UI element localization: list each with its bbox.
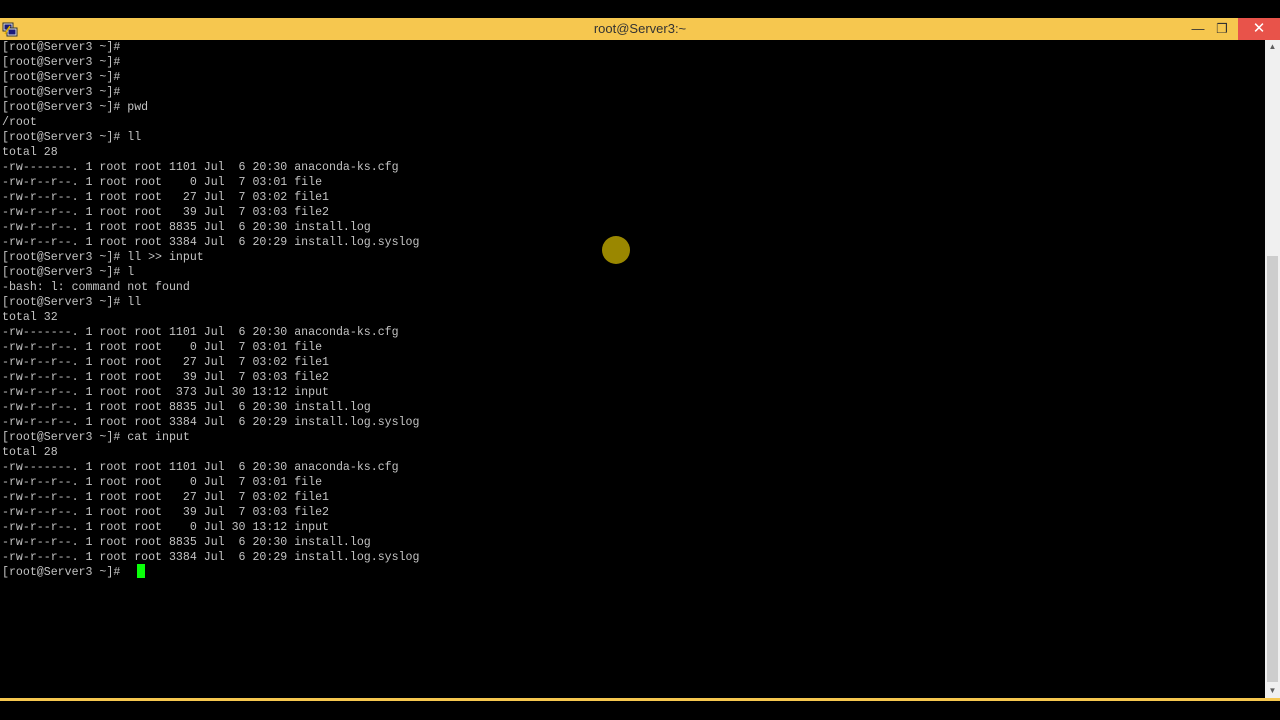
terminal-line: [root@Server3 ~]# ll xyxy=(2,131,142,144)
terminal-line: [root@Server3 ~]# pwd xyxy=(2,101,149,114)
bottom-black-strip xyxy=(0,701,1280,720)
terminal-line: -rw-r--r--. 1 root root 39 Jul 7 03:03 f… xyxy=(2,506,329,519)
terminal-line: -rw-------. 1 root root 1101 Jul 6 20:30… xyxy=(2,461,399,474)
terminal-line: total 28 xyxy=(2,146,58,159)
terminal-line: [root@Server3 ~]# xyxy=(2,41,121,54)
terminal-line: -bash: l: command not found xyxy=(2,281,190,294)
vertical-scrollbar[interactable]: ▲ ▼ xyxy=(1265,40,1280,698)
scroll-up-arrow-icon[interactable]: ▲ xyxy=(1265,40,1280,54)
mouse-pointer-highlight xyxy=(602,236,630,264)
terminal-cursor xyxy=(137,564,145,578)
terminal-line: -rw-r--r--. 1 root root 0 Jul 7 03:01 fi… xyxy=(2,341,323,354)
window-title: root@Server3:~ xyxy=(593,21,687,36)
terminal-line: -rw-r--r--. 1 root root 3384 Jul 6 20:29… xyxy=(2,236,420,249)
terminal-line: -rw-r--r--. 1 root root 39 Jul 7 03:03 f… xyxy=(2,206,329,219)
terminal-line: -rw-r--r--. 1 root root 0 Jul 7 03:01 fi… xyxy=(2,476,323,489)
terminal-line: -rw-------. 1 root root 1101 Jul 6 20:30… xyxy=(2,161,399,174)
putty-app-icon[interactable] xyxy=(2,21,18,37)
top-black-strip xyxy=(0,0,1280,18)
terminal-line: [root@Server3 ~]# ll xyxy=(2,296,142,309)
scroll-down-arrow-icon[interactable]: ▼ xyxy=(1265,684,1280,698)
terminal-line: -rw-r--r--. 1 root root 3384 Jul 6 20:29… xyxy=(2,551,420,564)
terminal-line: /root xyxy=(2,116,37,129)
terminal-line: -rw-r--r--. 1 root root 8835 Jul 6 20:30… xyxy=(2,221,371,234)
terminal-line: [root@Server3 ~]# xyxy=(2,566,121,579)
terminal-line: -rw-------. 1 root root 1101 Jul 6 20:30… xyxy=(2,326,399,339)
terminal-line: -rw-r--r--. 1 root root 39 Jul 7 03:03 f… xyxy=(2,371,329,384)
terminal-line: [root@Server3 ~]# l xyxy=(2,266,135,279)
terminal-line: -rw-r--r--. 1 root root 3384 Jul 6 20:29… xyxy=(2,416,420,429)
close-button[interactable]: ✕ xyxy=(1238,18,1280,40)
terminal-line: [root@Server3 ~]# xyxy=(2,71,121,84)
terminal-line: -rw-r--r--. 1 root root 8835 Jul 6 20:30… xyxy=(2,536,371,549)
scrollbar-thumb[interactable] xyxy=(1267,256,1278,682)
terminal-line: -rw-r--r--. 1 root root 27 Jul 7 03:02 f… xyxy=(2,191,329,204)
terminal-line: -rw-r--r--. 1 root root 27 Jul 7 03:02 f… xyxy=(2,491,329,504)
window-titlebar[interactable]: root@Server3:~ — ❐ ✕ xyxy=(0,18,1280,40)
terminal-line: total 28 xyxy=(2,446,58,459)
terminal-line: -rw-r--r--. 1 root root 0 Jul 7 03:01 fi… xyxy=(2,176,323,189)
terminal-line: total 32 xyxy=(2,311,58,324)
terminal-line: -rw-r--r--. 1 root root 27 Jul 7 03:02 f… xyxy=(2,356,329,369)
terminal-line: -rw-r--r--. 1 root root 8835 Jul 6 20:30… xyxy=(2,401,371,414)
terminal-line: [root@Server3 ~]# cat input xyxy=(2,431,190,444)
terminal-line: [root@Server3 ~]# xyxy=(2,56,121,69)
maximize-button[interactable]: ❐ xyxy=(1207,18,1237,40)
terminal-line: -rw-r--r--. 1 root root 373 Jul 30 13:12… xyxy=(2,386,329,399)
terminal-line: [root@Server3 ~]# xyxy=(2,86,121,99)
terminal-line: [root@Server3 ~]# ll >> input xyxy=(2,251,204,264)
terminal-line: -rw-r--r--. 1 root root 0 Jul 30 13:12 i… xyxy=(2,521,329,534)
terminal-output[interactable]: [root@Server3 ~]# [root@Server3 ~]# [root@… xyxy=(0,40,1265,698)
